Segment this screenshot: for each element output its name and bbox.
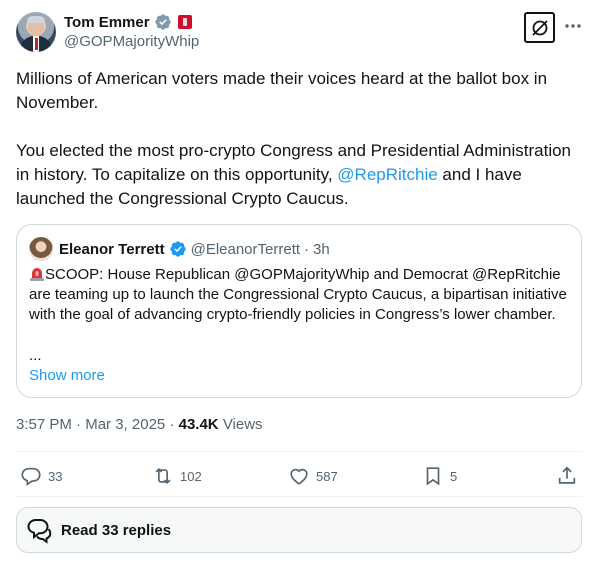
repost-button[interactable]: 102 (152, 462, 202, 490)
show-more-link[interactable]: Show more (29, 366, 105, 386)
quoted-tweet-body: SCOOP: House Republican @GOPMajorityWhip… (29, 266, 567, 323)
quoted-tweet-text: SCOOP: House Republican @GOPMajorityWhip… (29, 265, 574, 325)
quoted-tweet-header: Eleanor Terrett @EleanorTerrett · 3h (29, 237, 330, 261)
more-icon (565, 24, 581, 28)
share-button[interactable] (556, 462, 578, 490)
quoted-ellipsis: ... (29, 347, 42, 364)
divider (16, 451, 582, 452)
verified-gray-icon (154, 14, 171, 30)
quoted-separator: · (304, 240, 310, 258)
repost-icon (155, 467, 171, 485)
post-date[interactable]: Mar 3, 2025 (85, 416, 165, 433)
verified-blue-icon (169, 241, 186, 257)
meta-separator: · (76, 416, 82, 433)
divider (16, 496, 582, 497)
grok-icon (531, 19, 548, 36)
flag-badge-icon (177, 15, 192, 29)
share-icon (558, 466, 576, 484)
speech-bubbles-icon (27, 519, 52, 544)
author-name-line: Tom Emmer (64, 12, 192, 32)
tweet-meta: 3:57 PM · Mar 3, 2025 · 43.4K Views (16, 415, 263, 435)
like-button[interactable]: 587 (288, 462, 338, 490)
author-handle[interactable]: @GOPMajorityWhip (64, 33, 199, 50)
reply-count: 33 (48, 468, 63, 484)
tweet-text: Millions of American voters made their v… (16, 67, 582, 235)
quoted-tweet[interactable]: Eleanor Terrett @EleanorTerrett · 3h SCO… (16, 224, 582, 398)
grok-button[interactable] (524, 12, 555, 43)
quoted-author-handle[interactable]: @EleanorTerrett (191, 241, 300, 258)
more-options-button[interactable] (563, 16, 583, 36)
post-time[interactable]: 3:57 PM (16, 416, 72, 433)
reply-icon (21, 467, 41, 486)
quoted-author-name[interactable]: Eleanor Terrett (59, 241, 165, 258)
siren-icon (30, 268, 44, 281)
views-count: 43.4K (178, 416, 219, 433)
tweet-paragraph-1: Millions of American voters made their v… (16, 69, 548, 112)
quoted-author-avatar[interactable] (29, 237, 53, 261)
read-replies-button[interactable]: Read 33 replies (16, 507, 582, 553)
reply-button[interactable]: 33 (20, 462, 62, 490)
bookmark-button[interactable]: 5 (422, 462, 457, 490)
tweet-header: Tom Emmer @GOPMajorityWhip (16, 12, 582, 54)
bookmark-count: 5 (450, 468, 458, 484)
bookmark-icon (426, 467, 440, 486)
read-replies-label: Read 33 replies (61, 521, 172, 539)
quoted-timestamp[interactable]: 3h (313, 241, 330, 258)
action-bar: 33 102 587 5 (16, 462, 582, 490)
like-count: 587 (316, 468, 338, 484)
like-icon (290, 468, 308, 485)
author-display-name[interactable]: Tom Emmer (64, 14, 150, 31)
views-label: Views (222, 416, 263, 433)
tweet-paragraph-2: You elected the most pro-crypto Congress… (16, 139, 582, 211)
meta-separator: · (169, 416, 175, 433)
mention-link-repritchie[interactable]: @RepRitchie (337, 165, 437, 184)
repost-count: 102 (180, 468, 202, 484)
author-avatar[interactable] (16, 12, 56, 52)
